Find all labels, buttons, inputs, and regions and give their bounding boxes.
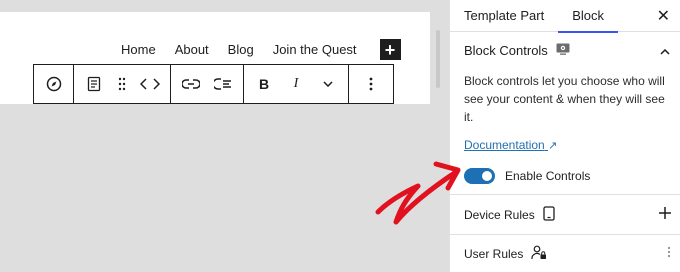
- list-icon[interactable]: [207, 65, 239, 103]
- move-arrows-icon[interactable]: [134, 65, 166, 103]
- nav-blog[interactable]: Blog: [228, 42, 254, 57]
- canvas-scrollbar[interactable]: [436, 30, 440, 88]
- paragraph-icon[interactable]: [78, 65, 110, 103]
- block-controls-header[interactable]: Block Controls: [450, 34, 680, 66]
- user-lock-icon: [531, 245, 547, 263]
- settings-sidebar: Template Part Block ✕ Block Controls Blo…: [449, 0, 680, 272]
- compass-icon[interactable]: [38, 65, 70, 103]
- plus-icon[interactable]: [659, 207, 671, 222]
- block-controls-title: Block Controls: [464, 42, 548, 58]
- device-rules-row[interactable]: Device Rules: [450, 194, 680, 234]
- device-rules-label: Device Rules: [464, 207, 535, 222]
- user-rules-label: User Rules: [464, 246, 524, 261]
- drag-handle-icon[interactable]: [110, 65, 134, 103]
- bold-icon[interactable]: B: [248, 65, 280, 103]
- nav-about[interactable]: About: [175, 42, 209, 57]
- external-link-icon: ↗: [548, 140, 558, 152]
- documentation-link[interactable]: Documentation ↗: [450, 126, 680, 152]
- enable-controls-label: Enable Controls: [505, 169, 591, 183]
- enable-controls-row: Enable Controls: [450, 152, 680, 184]
- annotation-arrow-icon: [375, 161, 461, 225]
- documentation-link-label: Documentation: [464, 138, 545, 152]
- nav-join-the-quest[interactable]: Join the Quest: [273, 42, 357, 57]
- italic-icon[interactable]: I: [280, 65, 312, 103]
- more-options-icon[interactable]: [355, 65, 387, 103]
- chevron-up-icon[interactable]: [660, 43, 670, 58]
- toolbar-group-link: [171, 65, 244, 103]
- add-block-button[interactable]: +: [379, 39, 401, 60]
- nav-home[interactable]: Home: [121, 42, 156, 57]
- toolbar-group-block: [74, 65, 171, 103]
- toolbar-group-format: B I: [244, 65, 349, 103]
- link-icon[interactable]: [175, 65, 207, 103]
- eye-device-icon: [556, 43, 570, 58]
- tablet-icon: [543, 205, 555, 224]
- toolbar-group-parent: [34, 65, 74, 103]
- block-controls-description: Block controls let you choose who will s…: [464, 74, 665, 124]
- tab-block[interactable]: Block: [558, 0, 618, 33]
- more-options-icon[interactable]: [667, 246, 671, 261]
- site-navigation: Home About Blog Join the Quest +: [121, 39, 401, 60]
- tab-template-part[interactable]: Template Part: [450, 0, 558, 32]
- chevron-down-icon[interactable]: [312, 65, 344, 103]
- user-rules-row[interactable]: User Rules: [450, 234, 680, 272]
- sidebar-tabs: Template Part Block ✕: [450, 0, 680, 33]
- toolbar-group-options: [349, 65, 393, 103]
- close-icon[interactable]: ✕: [657, 6, 670, 26]
- block-toolbar: B I: [33, 64, 394, 104]
- plus-icon: +: [384, 39, 396, 60]
